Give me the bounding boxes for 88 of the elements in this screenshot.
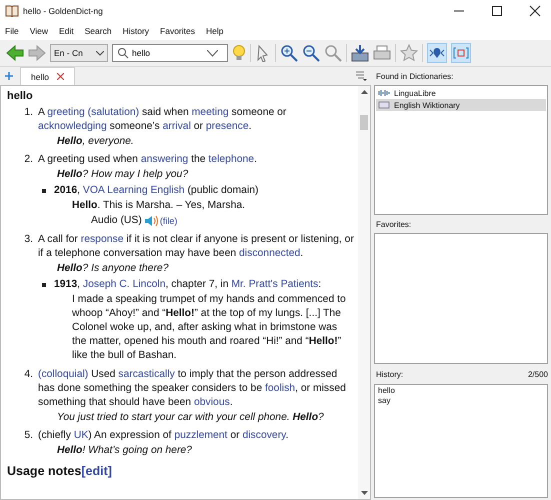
list-number: 2.	[23, 153, 34, 167]
toggle-button[interactable]	[427, 43, 447, 63]
link[interactable]: VOA Learning English	[82, 185, 185, 196]
zoom-reset-icon[interactable]	[324, 44, 342, 62]
link[interactable]: obvious	[194, 397, 230, 408]
menu-item[interactable]: History	[122, 26, 150, 36]
link[interactable]: telephone	[208, 154, 254, 165]
link[interactable]: presence	[206, 121, 249, 132]
speaker-icon[interactable]	[144, 215, 158, 227]
close-icon[interactable]	[529, 5, 541, 17]
usage-example: Hello? How may I help you?	[56, 168, 190, 182]
language-dropdown[interactable]: En - Cn	[50, 44, 108, 62]
list-number: 4.	[23, 368, 34, 382]
definition-text: (chiefly UK) An expression of puzzlement or discovery.	[38, 429, 290, 443]
scrollbar[interactable]	[358, 86, 370, 499]
link[interactable]: puzzlement	[174, 430, 228, 441]
scroll-up-icon[interactable]	[360, 89, 368, 94]
list-number: 5.	[23, 429, 34, 443]
printer-icon[interactable]	[373, 44, 391, 62]
bullet-icon	[42, 283, 46, 287]
file-link[interactable]: (file)	[160, 214, 178, 228]
usage-example: You just tried to start your car with your cell phone. Hello?	[56, 411, 325, 425]
link[interactable]: acknowledging	[38, 121, 107, 132]
zoom-in-icon[interactable]	[280, 44, 298, 62]
audio-label: Audio (US)	[91, 214, 142, 228]
edit-link[interactable]: [edit]	[81, 464, 112, 478]
link[interactable]: Mr. Pratt's Patients	[231, 279, 318, 290]
tab[interactable]: hello	[20, 67, 75, 85]
window-title: hello - GoldenDict-ng	[23, 6, 103, 16]
dictionary-item[interactable]: English Wiktionary	[376, 99, 546, 111]
recent-word[interactable]: say	[376, 396, 546, 406]
definition-text: A greeting used when answering the telephone.	[38, 153, 258, 167]
citation-text: 2016, VOA Learning English (public domain)	[54, 184, 260, 198]
scroll-down-icon[interactable]	[360, 491, 368, 496]
toggle-button[interactable]	[451, 43, 471, 63]
quotation-text: I made a speaking trumpet of my hands and commenced to whoop “Ahoy!” and “Hello!” at the top of my lungs. [...] The Colonel woke up, and, after asking what in brimstone was the matter, opened his mouth and roared “Hi!” and “Hello!” like the bull of Bashan.	[71, 293, 347, 363]
link[interactable]: meeting	[192, 107, 229, 118]
scroll-thumb[interactable]	[360, 115, 368, 130]
headword: hello	[7, 89, 34, 103]
add-tab-icon[interactable]	[4, 71, 14, 81]
link[interactable]: greeting (salutation)	[47, 107, 140, 118]
link[interactable]: disconnected	[239, 248, 300, 259]
waveform-icon	[378, 89, 390, 97]
link[interactable]: sarcastically	[118, 369, 175, 380]
usage-example: Hello? Is anyone there?	[56, 262, 170, 276]
definition-text: (colloquial) Used sarcastically to imply that the person addressed has done something the speaker considers to be foolish, or missed something that should have been obvious.	[38, 368, 347, 410]
tab-list-icon[interactable]	[355, 70, 367, 82]
caret-icon[interactable]	[207, 50, 218, 56]
maximize-icon[interactable]	[491, 5, 503, 17]
menu-item[interactable]: Favorites	[160, 26, 195, 36]
zoom-out-icon[interactable]	[302, 44, 320, 62]
link[interactable]: response	[80, 234, 124, 245]
link[interactable]: arrival	[162, 121, 191, 132]
dictionary-item[interactable]: LinguaLibre	[376, 87, 546, 99]
section-heading: Usage notes	[7, 464, 82, 478]
menu-item[interactable]: View	[30, 26, 48, 36]
usage-example: Hello, everyone.	[56, 135, 135, 149]
citation-text: 1913, Joseph C. Lincoln, chapter 7, in Mr. Pratt's Patients:	[54, 278, 322, 292]
link[interactable]: Joseph C. Lincoln	[82, 279, 166, 290]
list-number: 3.	[23, 233, 34, 247]
link[interactable]: (colloquial)	[38, 369, 88, 380]
history-count: 2/500	[528, 370, 548, 378]
definition-text: A call for response if it is not clear if anyone is present or listening, or if a telephone conversation may have been disconnected.	[38, 233, 354, 261]
caret-icon	[96, 50, 104, 56]
definition-text: A greeting (salutation) said when meeting someone or acknowledging someone’s arrival or presence.	[38, 106, 288, 134]
usage-example: Hello! What’s going on here?	[56, 444, 193, 458]
back-arrow-icon[interactable]	[6, 45, 24, 61]
link[interactable]: discovery	[242, 430, 286, 441]
search-input[interactable]: hello	[132, 48, 204, 58]
link[interactable]: foolish	[265, 383, 296, 394]
search-field[interactable]: hello	[112, 44, 228, 62]
link[interactable]: UK	[74, 430, 88, 441]
panel-title: Found in Dictionaries:	[375, 70, 454, 82]
panel-title: History:	[376, 370, 404, 378]
link[interactable]: answering	[140, 154, 188, 165]
panel-title: Favorites:	[375, 218, 412, 230]
star-icon[interactable]	[400, 44, 418, 62]
bullet-icon	[42, 189, 46, 193]
menu-item[interactable]: Edit	[58, 26, 74, 36]
recent-word[interactable]: hello	[376, 386, 546, 396]
pointer-icon[interactable]	[255, 44, 271, 62]
search-icon	[117, 47, 129, 59]
quotation-text: Hello. This is Marsha. – Yes, Marsha.	[71, 199, 246, 213]
save-icon[interactable]	[351, 44, 369, 62]
list-number: 1.	[23, 106, 34, 120]
menu-item[interactable]: File	[5, 26, 19, 36]
menu-item[interactable]: Search	[84, 26, 112, 36]
menu-item[interactable]: Help	[206, 26, 224, 36]
